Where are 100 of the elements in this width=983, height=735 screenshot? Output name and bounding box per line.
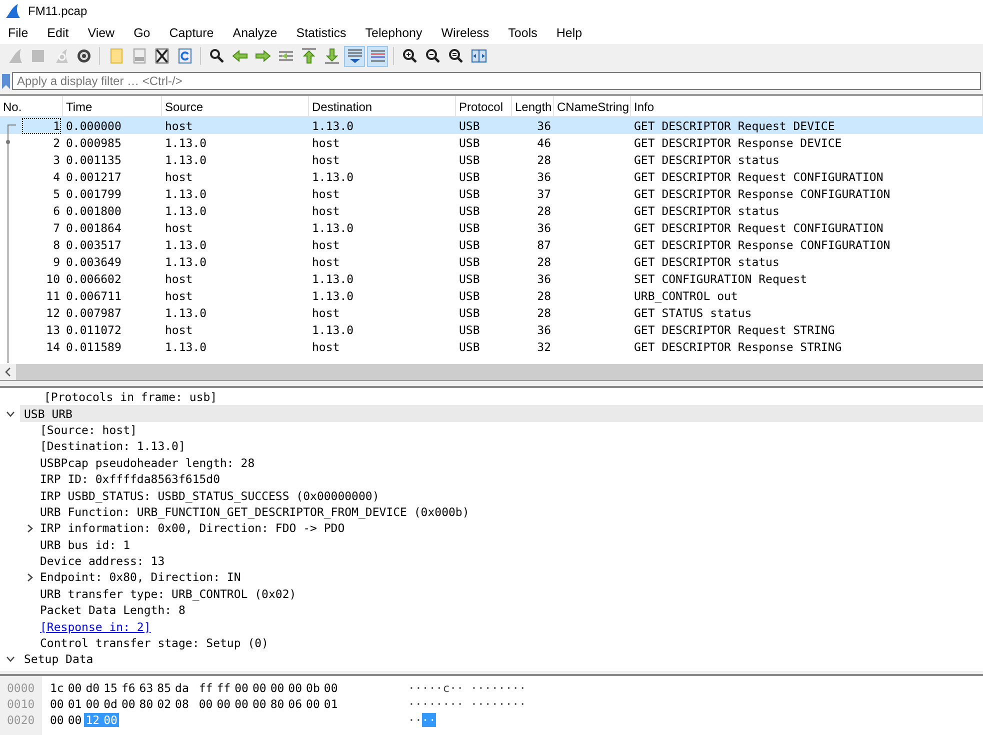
ascii-char[interactable]: · (512, 697, 520, 711)
hex-byte[interactable]: 00 (119, 697, 138, 711)
response-link[interactable]: [Response in: 2] (40, 620, 151, 634)
column-header[interactable]: Destination (309, 96, 456, 116)
hex-byte[interactable]: 85 (155, 681, 174, 695)
hex-byte[interactable]: 00 (250, 681, 268, 695)
packet-row[interactable]: 10 0.006602 host 1.13.0 USB 36 SET CONFIGURATION Request (0, 270, 983, 287)
hex-byte[interactable]: 00 (322, 681, 340, 695)
ascii-char[interactable]: · (408, 681, 415, 695)
ascii-char[interactable]: c (442, 681, 450, 695)
hex-byte[interactable]: ff (214, 681, 233, 695)
hex-byte[interactable]: 00 (66, 713, 84, 727)
hex-byte[interactable]: ff (198, 681, 215, 695)
packet-row[interactable]: 7 0.001864 host 1.13.0 USB 36 GET DESCRIPTOR Request CONFIGURATION (0, 219, 983, 236)
ascii-char[interactable]: · (470, 681, 478, 695)
packet-row[interactable]: 8 0.003517 1.13.0 host USB 87 GET DESCRIPTOR Response CONFIGURATION (0, 236, 983, 253)
ascii-char[interactable]: · (484, 681, 492, 695)
tree-row[interactable]: Setup Data (0, 651, 983, 668)
ascii-char[interactable]: · (498, 697, 506, 711)
hex-byte[interactable]: 00 (286, 681, 304, 695)
ascii-char[interactable]: · (408, 713, 415, 727)
ascii-char[interactable]: · (505, 697, 512, 711)
horizontal-scrollbar[interactable] (0, 364, 983, 380)
hex-byte[interactable]: 00 (84, 697, 102, 711)
ascii-char[interactable]: · (408, 697, 415, 711)
packet-row[interactable]: 1 0.000000 host 1.13.0 USB 36 GET DESCRIPTOR Request DEVICE (0, 117, 983, 134)
ascii-char[interactable]: · (450, 681, 457, 695)
ascii-char[interactable]: · (436, 681, 443, 695)
scroll-left-icon[interactable] (0, 364, 16, 380)
packet-row[interactable]: 6 0.001800 1.13.0 host USB 28 GET DESCRIPTOR status (0, 202, 983, 219)
menu-item[interactable]: Help (550, 26, 588, 40)
menu-item[interactable]: Telephony (359, 26, 428, 40)
hex-byte[interactable]: 06 (286, 697, 304, 711)
tree-item[interactable]: IRP USBD_STATUS: USBD_STATUS_SUCCESS (0x00000000) (40, 488, 380, 503)
ascii-char[interactable]: · (456, 697, 464, 711)
tree-item[interactable]: [Source: host] (40, 422, 137, 437)
toolbar-button[interactable] (367, 46, 388, 66)
hex-byte[interactable]: 02 (155, 697, 174, 711)
hex-byte[interactable]: d0 (84, 681, 102, 695)
packet-row[interactable]: 2 0.000985 1.13.0 host USB 46 GET DESCRIPTOR Response DEVICE (0, 134, 983, 151)
ascii-char[interactable]: · (512, 681, 520, 695)
tree-item[interactable]: Endpoint: 0x80, Direction: IN (40, 570, 241, 584)
column-header[interactable]: No. (0, 96, 63, 116)
packet-row[interactable]: 5 0.001799 1.13.0 host USB 37 GET DESCRIPTOR Response CONFIGURATION (0, 185, 983, 202)
hex-byte[interactable]: 00 (50, 713, 66, 727)
tree-item[interactable]: IRP ID: 0xffffda8563f615d0 (40, 472, 220, 486)
menu-item[interactable]: View (82, 26, 121, 40)
hex-byte[interactable]: 80 (137, 697, 156, 711)
ascii-char[interactable]: · (442, 697, 450, 711)
column-header[interactable]: Time (63, 96, 162, 116)
hex-byte[interactable]: 08 (173, 697, 191, 711)
hex-byte[interactable]: 01 (322, 697, 340, 711)
ascii-char[interactable]: · (505, 681, 512, 695)
column-header[interactable]: CNameString (554, 96, 631, 116)
hex-byte[interactable]: 00 (250, 697, 268, 711)
ascii-char[interactable]: · (414, 697, 422, 711)
ascii-char[interactable]: · (414, 713, 422, 727)
column-header[interactable]: Protocol (456, 96, 512, 116)
hex-byte[interactable]: 01 (66, 697, 84, 711)
tree-item[interactable]: URB Function: URB_FUNCTION_GET_DESCRIPTOR_FROM_DEVICE (0x000b) (40, 504, 470, 519)
packet-row[interactable]: 13 0.011072 host 1.13.0 USB 36 GET DESCRIPTOR Request STRING (0, 321, 983, 338)
hex-byte[interactable]: 80 (268, 697, 286, 711)
ascii-char[interactable]: · (414, 681, 422, 695)
column-header[interactable]: Length (512, 96, 554, 116)
packet-row[interactable]: 11 0.006711 host 1.13.0 USB 28 URB_CONTROL out (0, 287, 983, 304)
hex-byte[interactable]: f6 (119, 681, 138, 695)
tree-item[interactable]: [Protocols in frame: usb] (44, 390, 218, 404)
toolbar-button[interactable] (344, 46, 365, 66)
hex-byte[interactable]: 63 (137, 681, 156, 695)
bookmark-icon[interactable] (2, 74, 10, 88)
hex-byte[interactable]: 00 (268, 681, 286, 695)
hex-byte[interactable]: 0d (102, 697, 120, 711)
menu-item[interactable]: Wireless (435, 26, 496, 40)
ascii-char[interactable]: · (450, 697, 457, 711)
hex-byte[interactable]: 00 (214, 697, 233, 711)
packet-row[interactable]: 9 0.003649 1.13.0 host USB 28 GET DESCRIPTOR status (0, 253, 983, 270)
menu-item[interactable]: Analyze (226, 26, 284, 40)
hex-byte[interactable]: da (173, 681, 191, 695)
hex-byte[interactable]: 15 (102, 681, 120, 695)
ascii-char[interactable]: · (519, 681, 526, 695)
tree-item[interactable]: Device address: 13 (40, 554, 165, 568)
packet-row[interactable]: 4 0.001217 host 1.13.0 USB 36 GET DESCRIPTOR Request CONFIGURATION (0, 168, 983, 185)
hex-byte[interactable]: 00 (50, 697, 66, 711)
ascii-char[interactable]: · (491, 697, 498, 711)
column-header[interactable]: Source (162, 96, 309, 116)
tree-item[interactable]: Packet Data Length: 8 (40, 603, 186, 618)
menu-item[interactable]: Statistics (290, 26, 352, 40)
ascii-char[interactable]: · (470, 697, 478, 711)
hex-byte[interactable]: 00 (198, 697, 215, 711)
ascii-char[interactable]: · (428, 681, 436, 695)
pane-splitter[interactable] (0, 381, 983, 388)
ascii-char[interactable]: · (436, 697, 443, 711)
ascii-char[interactable]: · (428, 697, 436, 711)
packet-row[interactable]: 14 0.011589 1.13.0 host USB 32 GET DESCRIPTOR Response STRING (0, 338, 983, 355)
packet-row[interactable]: 12 0.007987 1.13.0 host USB 28 GET STATUS status (0, 304, 983, 321)
packet-row[interactable]: 3 0.001135 1.13.0 host USB 28 GET DESCRIPTOR status (0, 151, 983, 168)
ascii-char[interactable]: · (477, 697, 484, 711)
tree-item[interactable]: URB transfer type: URB_CONTROL (0x02) (40, 586, 296, 601)
hex-byte[interactable]: 00 (66, 681, 84, 695)
menu-item[interactable]: Tools (502, 26, 544, 40)
